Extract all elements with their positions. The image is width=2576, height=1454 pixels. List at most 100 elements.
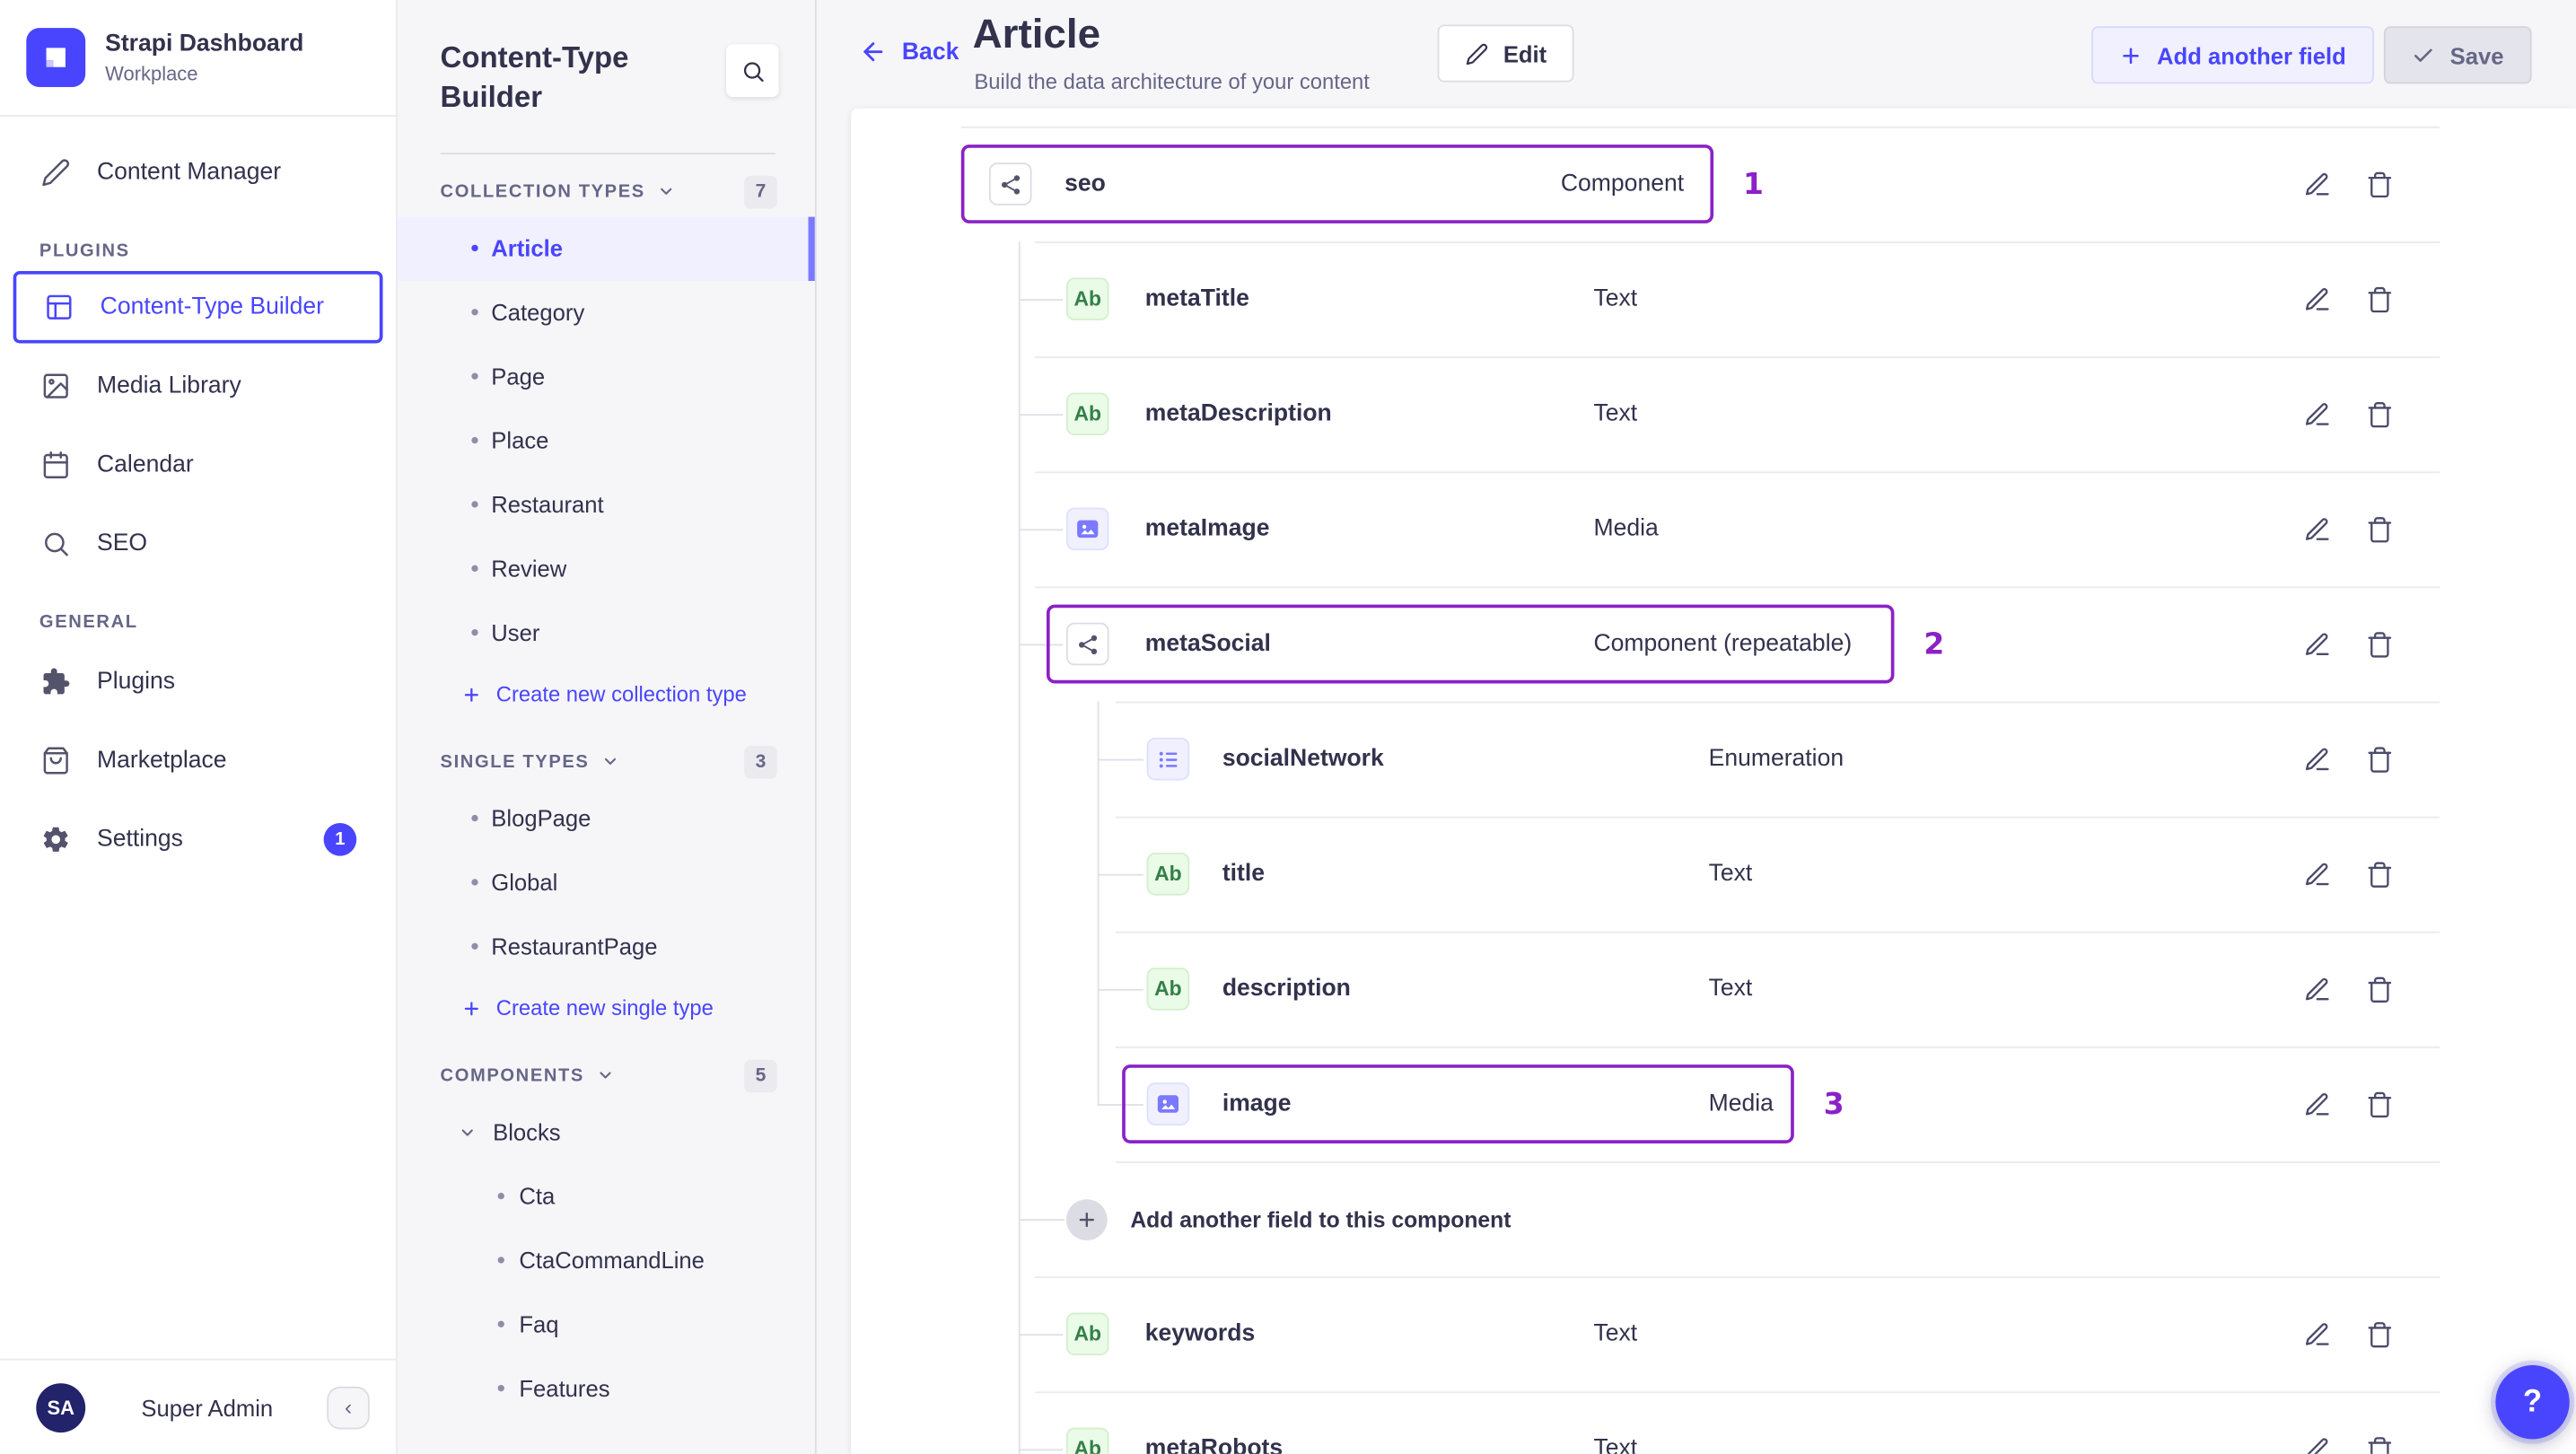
delete-field-button[interactable] <box>2353 158 2405 211</box>
delete-field-button[interactable] <box>2353 1078 2405 1131</box>
sidebar-item-content-type-builder[interactable]: Content-Type Builder <box>13 271 383 344</box>
subnav-item-place[interactable]: Place <box>398 409 815 473</box>
single-types-header[interactable]: SINGLE TYPES 3 <box>398 738 815 787</box>
sidebar-item-marketplace[interactable]: Marketplace <box>0 722 396 801</box>
add-field-to-component-label: Add another field to this component <box>1130 1206 1511 1231</box>
add-field-to-component-row[interactable]: Add another field to this component <box>851 1161 2576 1276</box>
collapse-sidebar-button[interactable]: ‹ <box>327 1385 370 1429</box>
image-icon <box>39 371 71 402</box>
edit-button[interactable]: Edit <box>1437 24 1575 83</box>
field-type: Component (repeatable) <box>1593 630 1853 658</box>
tree-stub <box>1018 414 1064 416</box>
text-field-icon: Ab <box>1065 277 1109 320</box>
field-row-metadescription[interactable]: Ab metaDescription Text <box>851 356 2576 471</box>
page-title: Article <box>972 11 1101 58</box>
page-subtitle: Build the data architecture of your cont… <box>974 68 1370 94</box>
sidebar-item-content-manager[interactable]: Content Manager <box>0 133 396 212</box>
media-field-icon <box>1065 507 1109 551</box>
tree-stub <box>1018 1334 1064 1336</box>
edit-field-button[interactable] <box>2291 1078 2344 1131</box>
subnav-item-article[interactable]: Article <box>397 216 815 281</box>
sidebar-item-seo[interactable]: SEO <box>0 504 396 583</box>
subnav-item-cta[interactable]: Cta <box>398 1165 815 1229</box>
delete-field-button[interactable] <box>2353 1423 2405 1454</box>
edit-field-button[interactable] <box>2291 732 2344 785</box>
subnav-item-restaurant[interactable]: Restaurant <box>398 473 815 537</box>
sidebar-item-plugins[interactable]: Plugins <box>0 643 396 722</box>
edit-field-button[interactable] <box>2291 847 2344 900</box>
sidebar-item-settings[interactable]: Settings 1 <box>0 800 396 879</box>
edit-field-button[interactable] <box>2291 503 2344 556</box>
edit-field-button[interactable] <box>2291 1423 2344 1454</box>
subnav-item-category[interactable]: Category <box>398 281 815 345</box>
sidebar-item-calendar[interactable]: Calendar <box>0 425 396 504</box>
edit-field-button[interactable] <box>2291 388 2344 441</box>
add-another-field-button[interactable]: Add another field <box>2090 26 2374 84</box>
delete-field-button[interactable] <box>2353 503 2405 556</box>
field-row-keywords[interactable]: Ab keywords Text <box>851 1276 2576 1391</box>
sidebar-item-media-library[interactable]: Media Library <box>0 346 396 425</box>
subnav-item-global[interactable]: Global <box>398 851 815 915</box>
save-button[interactable]: Save <box>2384 26 2532 84</box>
tree-stub <box>1018 644 1064 646</box>
delete-field-button[interactable] <box>2353 388 2405 441</box>
calendar-icon <box>39 450 71 481</box>
edit-field-button[interactable] <box>2291 618 2344 670</box>
field-name: image <box>1222 1090 1292 1117</box>
field-row-socialnetwork[interactable]: socialNetwork Enumeration <box>851 701 2576 817</box>
settings-notification-badge: 1 <box>323 823 357 856</box>
field-row-description[interactable]: Ab description Text <box>851 931 2576 1047</box>
field-row-metatitle[interactable]: Ab metaTitle Text <box>851 241 2576 356</box>
field-row-metasocial[interactable]: metaSocial Component (repeatable) 2 <box>851 586 2576 701</box>
subnav-item-blogpage[interactable]: BlogPage <box>398 787 815 851</box>
field-type: Text <box>1708 976 1753 1003</box>
add-field-circle-button[interactable] <box>1065 1199 1108 1240</box>
help-button[interactable]: ? <box>2495 1365 2570 1440</box>
create-single-type-link[interactable]: Create new single type <box>398 979 815 1038</box>
field-row-metaimage[interactable]: metaImage Media <box>851 471 2576 586</box>
subnav-item-faq[interactable]: Faq <box>398 1292 815 1356</box>
plus-icon <box>2119 44 2142 67</box>
tree-stub <box>1097 758 1143 761</box>
subnav-item-user[interactable]: User <box>398 601 815 665</box>
delete-field-button[interactable] <box>2353 847 2405 900</box>
check-icon <box>2413 44 2436 67</box>
workspace-switcher[interactable]: Strapi Dashboard Workplace <box>0 0 397 117</box>
layout-grid-icon <box>43 292 74 323</box>
gear-icon <box>39 824 71 855</box>
subnav-item-page[interactable]: Page <box>398 345 815 408</box>
subnav-item-review[interactable]: Review <box>398 537 815 600</box>
subnav-item-ctacommandline[interactable]: CtaCommandLine <box>398 1229 815 1292</box>
sidebar-item-label: Media Library <box>96 372 241 399</box>
delete-field-button[interactable] <box>2353 1308 2405 1361</box>
sidebar-item-label: Content Manager <box>96 159 282 186</box>
ctb-subnav: Content-Type Builder COLLECTION TYPES 7 … <box>397 0 817 1454</box>
delete-field-button[interactable] <box>2353 963 2405 1016</box>
text-field-icon: Ab <box>1065 1312 1109 1356</box>
sidebar-section-plugins: PLUGINS <box>39 241 130 262</box>
delete-field-button[interactable] <box>2353 273 2405 326</box>
subnav-item-features[interactable]: Features <box>398 1357 815 1421</box>
component-group-blocks[interactable]: Blocks <box>398 1100 815 1164</box>
field-name: metaDescription <box>1144 400 1332 427</box>
create-collection-type-link[interactable]: Create new collection type <box>398 665 815 724</box>
edit-field-button[interactable] <box>2291 273 2344 326</box>
pen-icon <box>39 157 71 188</box>
subnav-item-restaurantpage[interactable]: RestaurantPage <box>398 915 815 978</box>
delete-field-button[interactable] <box>2353 732 2405 785</box>
delete-field-button[interactable] <box>2353 618 2405 670</box>
tree-stub <box>1018 1219 1065 1221</box>
field-row-title[interactable]: Ab title Text <box>851 816 2576 932</box>
edit-field-button[interactable] <box>2291 158 2344 211</box>
back-button[interactable]: Back <box>859 38 959 66</box>
edit-field-button[interactable] <box>2291 963 2344 1016</box>
field-type: Media <box>1708 1090 1774 1117</box>
collection-types-header[interactable]: COLLECTION TYPES 7 <box>398 167 815 216</box>
field-name: metaImage <box>1144 515 1270 543</box>
field-row-metarobots[interactable]: Ab metaRobots Text <box>851 1391 2576 1454</box>
edit-field-button[interactable] <box>2291 1308 2344 1361</box>
components-header[interactable]: COMPONENTS 5 <box>398 1051 815 1100</box>
field-row-image[interactable]: image Media 3 <box>851 1046 2576 1161</box>
field-row-seo[interactable]: seo Component 1 <box>851 126 2576 241</box>
search-button[interactable] <box>726 44 779 97</box>
